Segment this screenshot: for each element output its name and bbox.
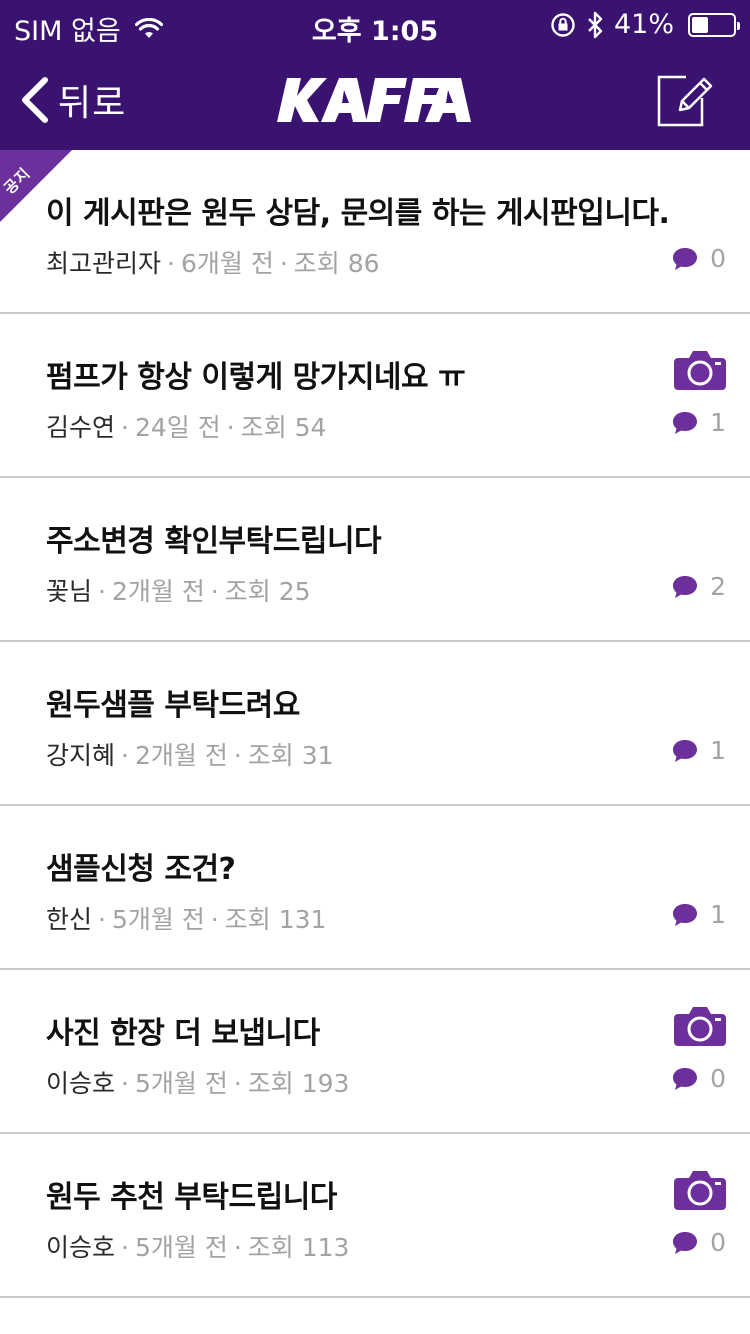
camera-icon: [674, 1171, 726, 1210]
post-author: 최고관리자: [46, 249, 162, 278]
status-right: 41%: [550, 9, 740, 40]
post-author: 이승호: [46, 1233, 116, 1262]
comment-bubble-icon: [673, 411, 698, 434]
comment-number: 1: [710, 736, 726, 765]
comment-number: 1: [710, 408, 726, 437]
back-button[interactable]: 뒤로: [18, 74, 126, 126]
post-row[interactable]: 사진 한장 더 보냅니다 이승호 · 5개월 전 · 조회 193 0: [0, 970, 750, 1134]
comment-number: 0: [710, 1228, 726, 1257]
bluetooth-icon: [588, 11, 603, 38]
post-meta: 이승호 · 5개월 전 · 조회 113: [46, 1233, 350, 1262]
post-age: 24일 전: [134, 413, 221, 442]
post-author: 강지혜: [46, 741, 116, 770]
comment-number: 0: [710, 1064, 726, 1093]
post-author: 이승호: [46, 1069, 116, 1098]
rotation-lock-icon: [551, 12, 575, 37]
post-age: 2개월 전: [134, 741, 228, 770]
comment-bubble-icon: [673, 739, 698, 762]
post-views: 조회 113: [247, 1233, 350, 1262]
back-label: 뒤로: [58, 83, 127, 124]
kaffa-logo: [277, 78, 471, 122]
battery-icon: [688, 12, 740, 37]
post-views: 조회 31: [247, 741, 334, 770]
post-meta: 이승호 · 5개월 전 · 조회 193: [46, 1069, 350, 1098]
comment-bubble-icon: [673, 903, 698, 926]
post-row[interactable]: 원두 추천 부탁드립니다 이승호 · 5개월 전 · 조회 113 0: [0, 1134, 750, 1298]
post-title: 원두 추천 부탁드립니다: [46, 1180, 337, 1215]
post-title: 이 게시판은 원두 상담, 문의를 하는 게시판입니다.: [46, 196, 670, 231]
camera-icon: [674, 1007, 726, 1046]
post-views: 조회 193: [247, 1069, 350, 1098]
post-title: 주소변경 확인부탁드립니다: [46, 524, 382, 559]
comment-number: 1: [710, 900, 726, 929]
comment-number: 0: [710, 244, 726, 273]
post-author: 꽃님: [46, 577, 93, 606]
battery-fill: [692, 16, 708, 33]
post-meta: 한신 · 5개월 전 · 조회 131: [46, 905, 327, 934]
status-bar: SIM 없음 오후 1:05 41%: [0, 0, 750, 50]
comment-count: 1: [672, 736, 726, 765]
compose-button[interactable]: [656, 70, 714, 128]
post-age: 2개월 전: [111, 577, 205, 606]
comment-count: 2: [672, 572, 726, 601]
post-views: 조회 86: [293, 249, 380, 278]
compose-icon: [657, 75, 713, 127]
post-views: 조회 25: [224, 577, 311, 606]
post-meta: 강지혜 · 2개월 전 · 조회 31: [46, 741, 334, 770]
post-views: 조회 54: [240, 413, 327, 442]
comment-bubble-icon: [673, 247, 698, 270]
post-row[interactable]: 원두샘플 부탁드려요 강지혜 · 2개월 전 · 조회 31 1: [0, 642, 750, 806]
post-row-notice[interactable]: 공지 이 게시판은 원두 상담, 문의를 하는 게시판입니다. 최고관리자 · 6개…: [0, 150, 750, 314]
post-age: 6개월 전: [180, 249, 274, 278]
comment-count: 0: [672, 1228, 726, 1257]
post-age: 5개월 전: [134, 1069, 228, 1098]
post-title: 샘플신청 조건?: [46, 852, 236, 887]
post-meta: 최고관리자 · 6개월 전 · 조회 86: [46, 249, 380, 278]
comment-count: 1: [672, 408, 726, 437]
camera-icon: [674, 351, 726, 390]
comment-bubble-icon: [673, 575, 698, 598]
post-age: 5개월 전: [111, 905, 205, 934]
post-author: 김수연: [46, 413, 116, 442]
post-row[interactable]: 샘플신청 조건? 한신 · 5개월 전 · 조회 131 1: [0, 806, 750, 970]
post-title: 펌프가 항상 이렇게 망가지네요 ㅠ: [46, 360, 466, 395]
post-meta: 김수연 · 24일 전 · 조회 54: [46, 413, 327, 442]
post-title: 사진 한장 더 보냅니다: [46, 1016, 320, 1051]
post-author: 한신: [46, 905, 93, 934]
comment-count: 0: [672, 244, 726, 273]
post-row[interactable]: 펌프가 항상 이렇게 망가지네요 ㅠ 김수연 · 24일 전 · 조회 54 1: [0, 314, 750, 478]
comment-bubble-icon: [673, 1067, 698, 1090]
comment-number: 2: [710, 572, 726, 601]
post-row[interactable]: 주소변경 확인부탁드립니다 꽃님 · 2개월 전 · 조회 25 2: [0, 478, 750, 642]
post-views: 조회 131: [224, 905, 327, 934]
battery-percent: 41%: [613, 9, 674, 40]
chevron-left-icon: [22, 77, 48, 123]
comment-bubble-icon: [673, 1231, 698, 1254]
post-meta: 꽃님 · 2개월 전 · 조회 25: [46, 577, 311, 606]
post-title: 원두샘플 부탁드려요: [46, 688, 300, 723]
post-age: 5개월 전: [134, 1233, 228, 1262]
comment-count: 1: [672, 900, 726, 929]
post-list: 공지 이 게시판은 원두 상담, 문의를 하는 게시판입니다. 최고관리자 · 6개…: [0, 150, 750, 1298]
comment-count: 0: [672, 1064, 726, 1093]
nav-bar: 뒤로: [0, 50, 750, 150]
